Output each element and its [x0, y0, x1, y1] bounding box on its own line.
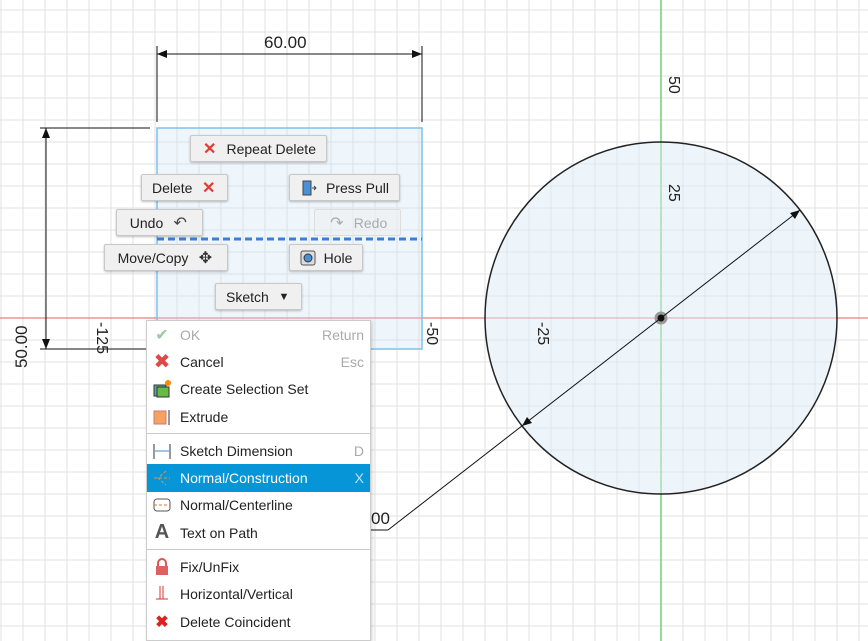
- menu-item-horizontal-vertical[interactable]: Horizontal/Vertical: [147, 581, 370, 608]
- axis-label-minus-50: -50: [423, 322, 440, 346]
- menu-item-normal-centerline[interactable]: Normal/Centerline: [147, 492, 370, 519]
- diameter-dimension-value[interactable]: 00: [371, 509, 390, 529]
- menu-item-ok[interactable]: ✔ OK Return: [147, 321, 370, 348]
- axis-label-minus-125: -125: [93, 322, 110, 355]
- move-copy-button[interactable]: Move/Copy ✥: [104, 244, 228, 271]
- repeat-delete-button[interactable]: ✕ Repeat Delete: [190, 135, 327, 162]
- hole-button[interactable]: Hole: [289, 244, 363, 271]
- lock-icon: [151, 556, 173, 578]
- menu-item-extrude[interactable]: Extrude: [147, 403, 370, 430]
- delete-x-icon: ✕: [203, 140, 217, 158]
- axis-label-50: 50: [665, 76, 682, 94]
- construction-icon: [151, 467, 173, 489]
- axis-label-25: 25: [665, 184, 682, 202]
- undo-icon: ↶: [173, 214, 187, 232]
- undo-button[interactable]: Undo ↶: [116, 209, 203, 236]
- menu-item-fix-unfix[interactable]: Fix/UnFix: [147, 553, 370, 580]
- sketch-dropdown-button[interactable]: Sketch ▼: [215, 283, 302, 310]
- sketch-canvas[interactable]: [0, 0, 868, 641]
- context-menu: ✔ OK Return ✖ Cancel Esc Create Selection Se…: [146, 320, 371, 641]
- hole-icon: [300, 249, 316, 267]
- dimension-icon: [151, 440, 173, 462]
- menu-item-cancel[interactable]: ✖ Cancel Esc: [147, 348, 370, 375]
- menu-item-normal-construction[interactable]: Normal/Construction X: [147, 464, 370, 492]
- chevron-down-icon: ▼: [278, 290, 290, 303]
- menu-item-create-selection-set[interactable]: Create Selection Set: [147, 376, 370, 403]
- axis-label-minus-25: -25: [534, 322, 551, 346]
- cancel-icon: ✖: [153, 351, 171, 374]
- text-icon: A: [154, 521, 170, 544]
- delete-button[interactable]: Delete ✕: [141, 174, 228, 201]
- redo-icon: ↷: [330, 214, 344, 232]
- delete-coincident-icon: ✖: [155, 613, 169, 631]
- horizontal-vertical-icon: [151, 583, 173, 605]
- redo-button: ↷ Redo: [314, 209, 401, 236]
- menu-item-text-on-path[interactable]: A Text on Path: [147, 519, 370, 546]
- width-dimension-value[interactable]: 60.00: [264, 33, 307, 53]
- height-dimension-value[interactable]: 50.00: [12, 325, 32, 368]
- move-icon: ✥: [198, 249, 213, 267]
- extrude-icon: [151, 406, 173, 428]
- selection-set-icon: [151, 378, 173, 400]
- press-pull-button[interactable]: Press Pull: [289, 174, 400, 201]
- press-pull-icon: [300, 179, 318, 197]
- width-dimension[interactable]: [156, 46, 423, 122]
- check-icon: ✔: [155, 326, 169, 344]
- menu-item-sketch-dimension[interactable]: Sketch Dimension D: [147, 437, 370, 464]
- delete-x-icon: ✕: [202, 179, 216, 197]
- menu-item-delete-coincident[interactable]: ✖ Delete Coincident: [147, 608, 370, 635]
- centerline-icon: [151, 494, 173, 516]
